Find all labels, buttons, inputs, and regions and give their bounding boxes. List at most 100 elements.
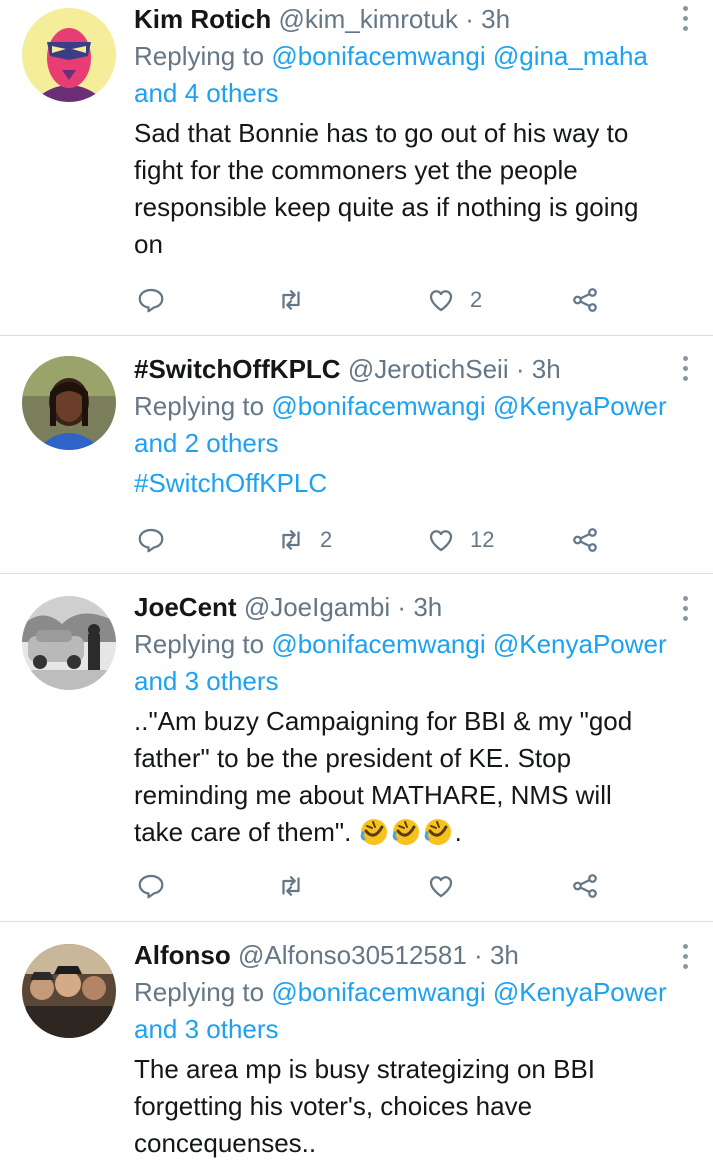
separator: · <box>515 354 525 384</box>
mention-link[interactable]: @KenyaPower <box>493 977 667 1007</box>
rolling-on-floor-laughing-emoji <box>392 819 419 845</box>
timestamp[interactable]: 3h <box>481 4 510 34</box>
hashtag-link[interactable]: #SwitchOffKPLC <box>134 465 704 502</box>
avatar[interactable] <box>22 596 116 690</box>
like-button[interactable]: 2 <box>426 280 482 320</box>
text-line: on <box>134 229 163 259</box>
replying-prefix: Replying to <box>134 41 265 71</box>
timestamp[interactable]: 3h <box>490 940 519 970</box>
share-button[interactable] <box>570 280 600 320</box>
retweet-button[interactable] <box>276 866 320 906</box>
text-line: The area mp is busy strategizing on BBI <box>134 1054 596 1084</box>
like-count: 12 <box>470 527 495 552</box>
avatar[interactable] <box>22 944 116 1038</box>
mention-link[interactable]: @bonifacemwangi <box>271 41 485 71</box>
tweet-header: Alfonso @Alfonso30512581 · 3h <box>134 936 704 974</box>
mention-link[interactable]: @KenyaPower <box>493 629 667 659</box>
others-link[interactable]: and 3 others <box>134 1014 279 1044</box>
share-icon <box>573 874 597 898</box>
action-bar: 2 <box>134 280 634 320</box>
more-icon[interactable] <box>681 596 689 624</box>
text-line: .."Am buzy Campaigning for BBI & my "god <box>134 706 633 736</box>
share-icon <box>573 288 597 312</box>
timestamp[interactable]: 3h <box>532 354 561 384</box>
mention-link[interactable]: @gina_maha <box>493 41 648 71</box>
tweet-text: The area mp is busy strategizing on BBI … <box>134 1051 704 1162</box>
display-name[interactable]: Alfonso <box>134 940 231 970</box>
separator: · <box>474 940 483 970</box>
display-name[interactable]: #SwitchOffKPLC <box>134 354 341 384</box>
text-line: Sad that Bonnie has to go out of his way… <box>134 118 629 148</box>
rolling-on-floor-laughing-emoji <box>360 819 387 845</box>
tweet-3[interactable]: JoeCent @JoeIgambi · 3h Replying to @bon… <box>0 574 713 922</box>
separator: · <box>397 592 407 622</box>
others-link[interactable]: and 3 others <box>134 666 279 696</box>
reply-icon <box>138 528 164 553</box>
more-icon[interactable] <box>681 356 689 384</box>
share-button[interactable] <box>570 866 600 906</box>
mention-link[interactable]: @bonifacemwangi <box>271 391 485 421</box>
user-handle[interactable]: @kim_kimrotuk <box>278 4 458 34</box>
reply-button[interactable] <box>136 280 180 320</box>
tweet-text: #SwitchOffKPLC <box>134 465 704 502</box>
tweet-text: Sad that Bonnie has to go out of his way… <box>134 115 704 263</box>
reply-icon <box>138 874 164 899</box>
avatar[interactable] <box>22 8 116 102</box>
display-name[interactable]: Kim Rotich <box>134 4 271 34</box>
text-line-with-emoji: take care of them". . <box>134 814 704 851</box>
replying-prefix: Replying to <box>134 977 265 1007</box>
retweet-button[interactable] <box>276 280 320 320</box>
tweet-header: #SwitchOffKPLC @JerotichSeii · 3h <box>134 350 704 388</box>
tweet-2[interactable]: #SwitchOffKPLC @JerotichSeii · 3h Replyi… <box>0 336 713 574</box>
text-line: forgetting his voter's, choices have <box>134 1091 533 1121</box>
others-link[interactable]: and 2 others <box>134 428 279 458</box>
like-icon <box>429 290 453 312</box>
tweet-header: JoeCent @JoeIgambi · 3h <box>134 588 704 626</box>
timestamp[interactable]: 3h <box>413 592 442 622</box>
separator: · <box>465 4 474 34</box>
rolling-on-floor-laughing-emoji <box>424 819 451 845</box>
retweet-button[interactable]: 2 <box>276 520 332 560</box>
more-icon[interactable] <box>681 6 689 34</box>
user-handle[interactable]: @JerotichSeii <box>348 354 509 384</box>
like-count: 2 <box>470 287 483 312</box>
replying-to: Replying to @bonifacemwangi @KenyaPower … <box>134 974 704 1048</box>
share-icon <box>573 528 597 552</box>
replying-to: Replying to @bonifacemwangi @KenyaPower … <box>134 388 704 462</box>
like-button[interactable] <box>426 866 470 906</box>
retweet-icon <box>282 290 300 310</box>
text-line: fight for the commoners yet the people <box>134 155 578 185</box>
avatar[interactable] <box>22 356 116 450</box>
like-icon <box>429 530 453 552</box>
replying-to: Replying to @bonifacemwangi @KenyaPower … <box>134 626 704 700</box>
tweet-text: .."Am buzy Campaigning for BBI & my "god… <box>134 703 704 851</box>
text-line: concequenses.. <box>134 1128 317 1158</box>
text-line: reminding me about MATHARE, NMS will <box>134 780 612 810</box>
reply-button[interactable] <box>136 520 180 560</box>
text-line: responsible keep quite as if nothing is … <box>134 192 639 222</box>
replying-to: Replying to @bonifacemwangi @gina_maha a… <box>134 38 704 112</box>
retweet-icon <box>282 876 300 896</box>
tweet-header: Kim Rotich @kim_kimrotuk · 3h <box>134 0 704 38</box>
mention-link[interactable]: @bonifacemwangi <box>271 977 485 1007</box>
user-handle[interactable]: @JoeIgambi <box>244 592 390 622</box>
tweet-1[interactable]: Kim Rotich @kim_kimrotuk · 3h Replying t… <box>0 0 713 336</box>
like-button[interactable]: 12 <box>426 520 494 560</box>
replying-prefix: Replying to <box>134 629 265 659</box>
like-icon <box>429 876 453 898</box>
share-button[interactable] <box>570 520 600 560</box>
more-icon[interactable] <box>681 944 689 972</box>
display-name[interactable]: JoeCent <box>134 592 237 622</box>
action-bar <box>134 866 634 906</box>
replying-prefix: Replying to <box>134 391 265 421</box>
text-line: father" to be the president of KE. Stop <box>134 743 572 773</box>
tweet-4[interactable]: Alfonso @Alfonso30512581 · 3h Replying t… <box>0 922 713 1172</box>
mention-link[interactable]: @KenyaPower <box>493 391 667 421</box>
others-link[interactable]: and 4 others <box>134 78 279 108</box>
action-bar: 2 12 <box>134 520 634 560</box>
reply-icon <box>138 288 164 313</box>
retweet-icon <box>282 530 300 550</box>
reply-button[interactable] <box>136 866 180 906</box>
mention-link[interactable]: @bonifacemwangi <box>271 629 485 659</box>
user-handle[interactable]: @Alfonso30512581 <box>238 940 467 970</box>
